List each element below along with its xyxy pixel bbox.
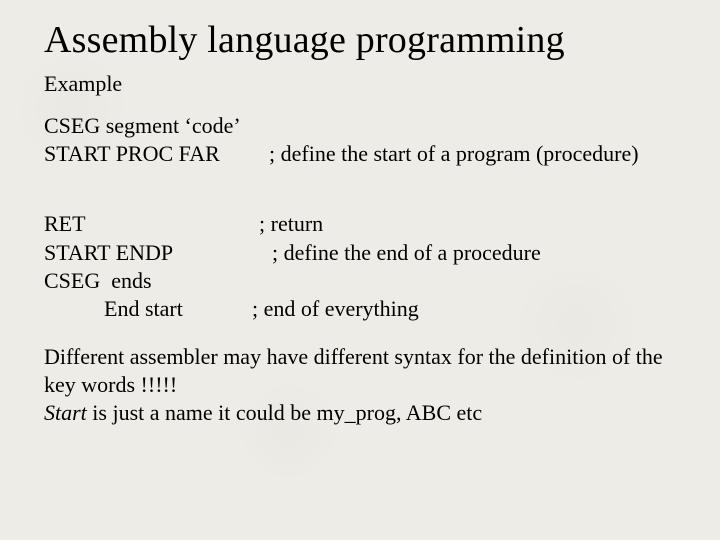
note-rest: is just a name it could be my_prog, ABC … [87, 400, 482, 425]
slide: Assembly language programming Example CS… [0, 0, 720, 540]
code-text: End start [104, 295, 252, 323]
code-line-1: CSEG segment ‘code’ [44, 112, 680, 140]
code-line-3: RET; return [44, 210, 680, 238]
note-paragraph-2: Start is just a name it could be my_prog… [44, 399, 680, 427]
code-text: CSEG segment ‘code’ [44, 112, 241, 140]
code-line-2: START PROC FAR; define the start of a pr… [44, 140, 680, 168]
code-text: START ENDP [44, 239, 272, 267]
code-line-5: CSEG ends [44, 267, 680, 295]
note-paragraph-1: Different assembler may have different s… [44, 343, 680, 399]
code-comment: ; return [259, 210, 323, 238]
example-label: Example [44, 70, 680, 98]
code-comment: ; define the start of a program (procedu… [269, 140, 639, 168]
note-italic-word: Start [44, 400, 87, 425]
code-line-4: START ENDP; define the end of a procedur… [44, 239, 680, 267]
code-text: RET [44, 210, 259, 238]
code-comment: ; end of everything [252, 295, 419, 323]
code-line-6: End start; end of everything [44, 295, 680, 323]
slide-title: Assembly language programming [44, 18, 680, 62]
slide-body: Example CSEG segment ‘code’ START PROC F… [44, 70, 680, 428]
code-text: CSEG ends [44, 267, 152, 295]
code-comment: ; define the end of a procedure [272, 239, 541, 267]
code-text: START PROC FAR [44, 140, 269, 168]
